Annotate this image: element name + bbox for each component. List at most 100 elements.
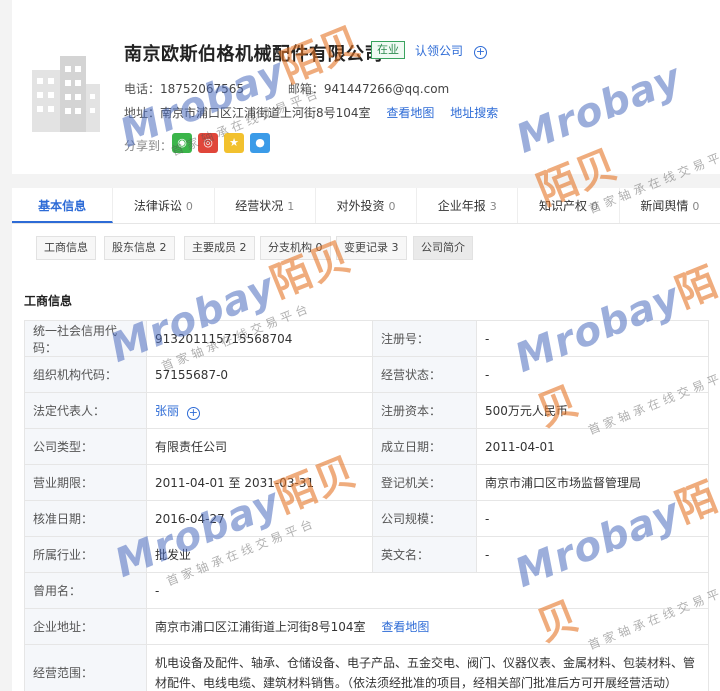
add-icon[interactable]: +: [186, 407, 200, 420]
table-row: 法定代表人： 张丽 + 注册资本： 500万元人民币: [24, 392, 709, 429]
legal-rep-link[interactable]: 张丽: [155, 404, 179, 418]
status-badge: 在业: [371, 41, 405, 59]
table-row: 所属行业： 批发业 英文名： -: [24, 536, 709, 573]
email-label: 邮箱：: [287, 82, 324, 96]
field-label: 经营范围：: [24, 644, 147, 691]
legal-rep-cell: 张丽 +: [146, 392, 373, 429]
field-value: 批发业: [146, 536, 373, 573]
field-value: 有限责任公司: [146, 428, 373, 465]
table-row: 公司类型： 有限责任公司 成立日期： 2011-04-01: [24, 428, 709, 465]
table-row: 企业地址： 南京市浦口区江浦街道上河街8号104室 查看地图: [24, 608, 709, 645]
tab-count: 1: [287, 200, 295, 213]
field-value: -: [476, 500, 709, 537]
company-header: 南京欧斯伯格机械配件有限公司 在业 认领公司 + 电话：18752067565 …: [12, 0, 720, 174]
qq-icon[interactable]: ●: [250, 133, 270, 153]
phone-value: 18752067565: [160, 82, 244, 96]
tab-label: 对外投资: [336, 199, 385, 213]
tab-count: 0: [591, 200, 599, 213]
phone-label: 电话：: [124, 82, 161, 96]
tab-annual-report[interactable]: 企业年报 3: [417, 188, 519, 223]
field-label: 核准日期：: [24, 500, 147, 537]
subtab-change-records[interactable]: 变更记录 3: [336, 236, 407, 260]
field-label: 英文名：: [372, 536, 477, 573]
field-value: 2016-04-27: [146, 500, 373, 537]
field-label: 成立日期：: [372, 428, 477, 465]
sub-tabs: 工商信息 股东信息 2 主要成员 2 分支机构 0 变更记录 3 公司简介: [12, 224, 720, 272]
subtab-members[interactable]: 主要成员 2: [184, 236, 255, 260]
field-label: 登记机关：: [372, 464, 477, 501]
field-value: 南京市浦口区市场监督管理局: [476, 464, 709, 501]
field-value: 500万元人民币: [476, 392, 709, 429]
section-title: 工商信息: [24, 294, 73, 308]
contact-row: 电话：18752067565 邮箱：941447266@qq.com: [124, 80, 449, 97]
tab-count: 0: [692, 200, 700, 213]
tab-operation[interactable]: 经营状况 1: [215, 188, 316, 223]
tab-label: 法律诉讼: [133, 199, 182, 213]
address-label: 地址：: [124, 106, 161, 120]
table-row: 曾用名： -: [24, 572, 709, 609]
business-info-table: 统一社会信用代码： 913201115715568704 注册号： - 组织机构…: [24, 320, 709, 691]
view-map-link[interactable]: 查看地图: [381, 620, 429, 634]
main-tabs: 基本信息 法律诉讼 0 经营状况 1 对外投资 0 企业年报 3 知识产权 0 新闻舆情 0: [12, 188, 720, 224]
tab-label: 经营状况: [235, 199, 284, 213]
field-label: 法定代表人：: [24, 392, 147, 429]
address-row: 地址：南京市浦口区江浦街道上河街8号104室 查看地图 地址搜索: [124, 104, 498, 121]
field-label: 所属行业：: [24, 536, 147, 573]
tab-count: 3: [489, 200, 497, 213]
company-name: 南京欧斯伯格机械配件有限公司: [124, 44, 383, 65]
field-value: -: [476, 356, 709, 393]
share-label: 分享到：: [124, 139, 173, 153]
tab-count: 0: [388, 200, 396, 213]
email-value: 941447266@qq.com: [323, 82, 450, 96]
tab-ip[interactable]: 知识产权 0: [518, 188, 620, 223]
tab-label: 基本信息: [38, 199, 87, 213]
table-row: 营业期限： 2011-04-01 至 2031-03-31 登记机关： 南京市浦…: [24, 464, 709, 501]
tab-news[interactable]: 新闻舆情 0: [620, 188, 720, 223]
subtab-branches[interactable]: 分支机构 0: [260, 236, 331, 260]
tab-legal[interactable]: 法律诉讼 0: [113, 188, 215, 223]
field-label: 统一社会信用代码：: [24, 320, 147, 357]
building-icon: [32, 56, 100, 132]
field-value: 南京市浦口区江浦街道上河街8号104室: [155, 620, 366, 634]
field-value: -: [476, 536, 709, 573]
claim-company-link[interactable]: 认领公司: [415, 42, 463, 59]
address-value: 南京市浦口区江浦街道上河街8号104室: [160, 106, 371, 120]
address-cell: 南京市浦口区江浦街道上河街8号104室 查看地图: [146, 608, 709, 645]
field-label: 注册资本：: [372, 392, 477, 429]
field-value: 机电设备及配件、轴承、仓储设备、电子产品、五金交电、阀门、仪器仪表、金属材料、包…: [146, 644, 709, 691]
share-icons: ◉ ◎ ★ ●: [172, 133, 270, 153]
star-icon[interactable]: ★: [224, 133, 244, 153]
field-label: 曾用名：: [24, 572, 147, 609]
table-row: 核准日期： 2016-04-27 公司规模： -: [24, 500, 709, 537]
table-row: 经营范围： 机电设备及配件、轴承、仓储设备、电子产品、五金交电、阀门、仪器仪表、…: [24, 644, 709, 691]
field-label: 经营状态：: [372, 356, 477, 393]
field-label: 注册号：: [372, 320, 477, 357]
add-icon[interactable]: +: [474, 46, 487, 59]
field-value: 57155687-0: [146, 356, 373, 393]
subtab-business-info[interactable]: 工商信息: [36, 236, 96, 260]
address-search-link[interactable]: 地址搜索: [450, 106, 498, 120]
field-value: 2011-04-01: [476, 428, 709, 465]
subtab-company-intro[interactable]: 公司简介: [413, 236, 473, 260]
tab-label: 知识产权: [539, 199, 588, 213]
field-label: 组织机构代码：: [24, 356, 147, 393]
field-value: 2011-04-01 至 2031-03-31: [146, 464, 373, 501]
weibo-icon[interactable]: ◎: [198, 133, 218, 153]
field-value: -: [146, 572, 709, 609]
wechat-icon[interactable]: ◉: [172, 133, 192, 153]
subtab-shareholders[interactable]: 股东信息 2: [104, 236, 175, 260]
field-value: 913201115715568704: [146, 320, 373, 357]
tab-count: 0: [185, 200, 193, 213]
business-info-panel: 工商信息 统一社会信用代码： 913201115715568704 注册号： -…: [12, 272, 720, 691]
field-label: 营业期限：: [24, 464, 147, 501]
tab-investment[interactable]: 对外投资 0: [316, 188, 418, 223]
field-label: 公司规模：: [372, 500, 477, 537]
table-row: 组织机构代码： 57155687-0 经营状态： -: [24, 356, 709, 393]
field-value: -: [476, 320, 709, 357]
view-map-link[interactable]: 查看地图: [386, 106, 434, 120]
tab-label: 新闻舆情: [640, 199, 689, 213]
tab-basic-info[interactable]: 基本信息: [12, 188, 114, 223]
field-label: 企业地址：: [24, 608, 147, 645]
field-label: 公司类型：: [24, 428, 147, 465]
tab-label: 企业年报: [437, 199, 486, 213]
